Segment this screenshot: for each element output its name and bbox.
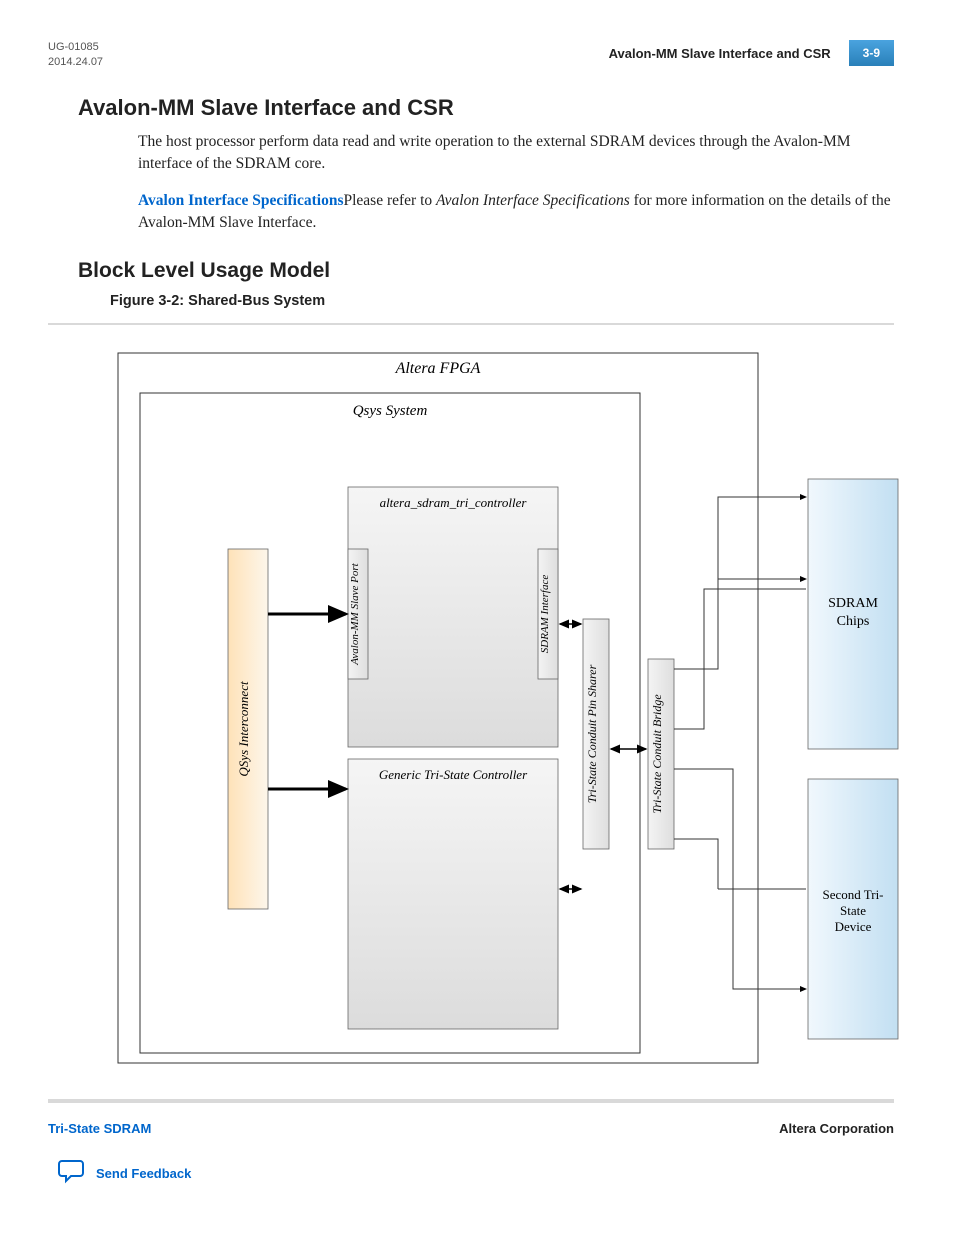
label-pin-sharer: Tri-State Conduit Pin Sharer [585,664,599,803]
section-heading-avalon: Avalon-MM Slave Interface and CSR [78,95,894,121]
paragraph-intro: The host processor perform data read and… [138,131,894,176]
label-sdram-chips-2: Chips [837,614,870,629]
label-generic-controller: Generic Tri-State Controller [379,767,528,782]
doc-id: UG-01085 [48,40,103,55]
label-second-1: Second Tri- [822,887,883,902]
para2-italic: Avalon Interface Specifications [436,192,630,209]
label-sdram-interface: SDRAM Interface [539,574,551,653]
label-slave-port: Avalon-MM Slave Port [349,562,361,665]
section-heading-block: Block Level Usage Model [78,259,894,283]
label-altera-fpga: Altera FPGA [395,360,481,377]
header-left: UG-01085 2014.24.07 [48,40,103,71]
divider [48,323,894,325]
doc-date: 2014.24.07 [48,55,103,70]
label-sdram-chips-1: SDRAM [828,596,878,611]
send-feedback-link[interactable]: Send Feedback [96,1166,191,1181]
header-title: Avalon-MM Slave Interface and CSR [609,46,831,61]
label-conduit-bridge: Tri-State Conduit Bridge [650,693,664,813]
comment-icon [58,1158,86,1189]
footer: Tri-State SDRAM Altera Corporation [48,1121,894,1136]
label-interconnect: QSys Interconnect [236,681,251,777]
label-second-3: Device [835,919,872,934]
feedback-row: Send Feedback [58,1158,894,1189]
page-header: UG-01085 2014.24.07 Avalon-MM Slave Inte… [48,40,894,71]
figure-diagram: Altera FPGA Qsys System QSys Interconnec… [108,349,908,1069]
label-sdram-controller: altera_sdram_tri_controller [380,495,528,510]
label-second-2: State [840,903,866,918]
avalon-spec-link[interactable]: Avalon Interface Specifications [138,192,344,209]
divider-bottom [48,1099,894,1103]
label-qsys-system: Qsys System [353,403,428,419]
paragraph-link: Avalon Interface SpecificationsPlease re… [138,190,894,235]
figure-caption: Figure 3-2: Shared-Bus System [110,293,894,309]
para2-a: Please refer to [344,192,437,209]
footer-corporation: Altera Corporation [779,1121,894,1136]
header-right: Avalon-MM Slave Interface and CSR 3-9 [609,40,894,66]
footer-left-link[interactable]: Tri-State SDRAM [48,1121,151,1136]
page-number-badge: 3-9 [849,40,894,66]
